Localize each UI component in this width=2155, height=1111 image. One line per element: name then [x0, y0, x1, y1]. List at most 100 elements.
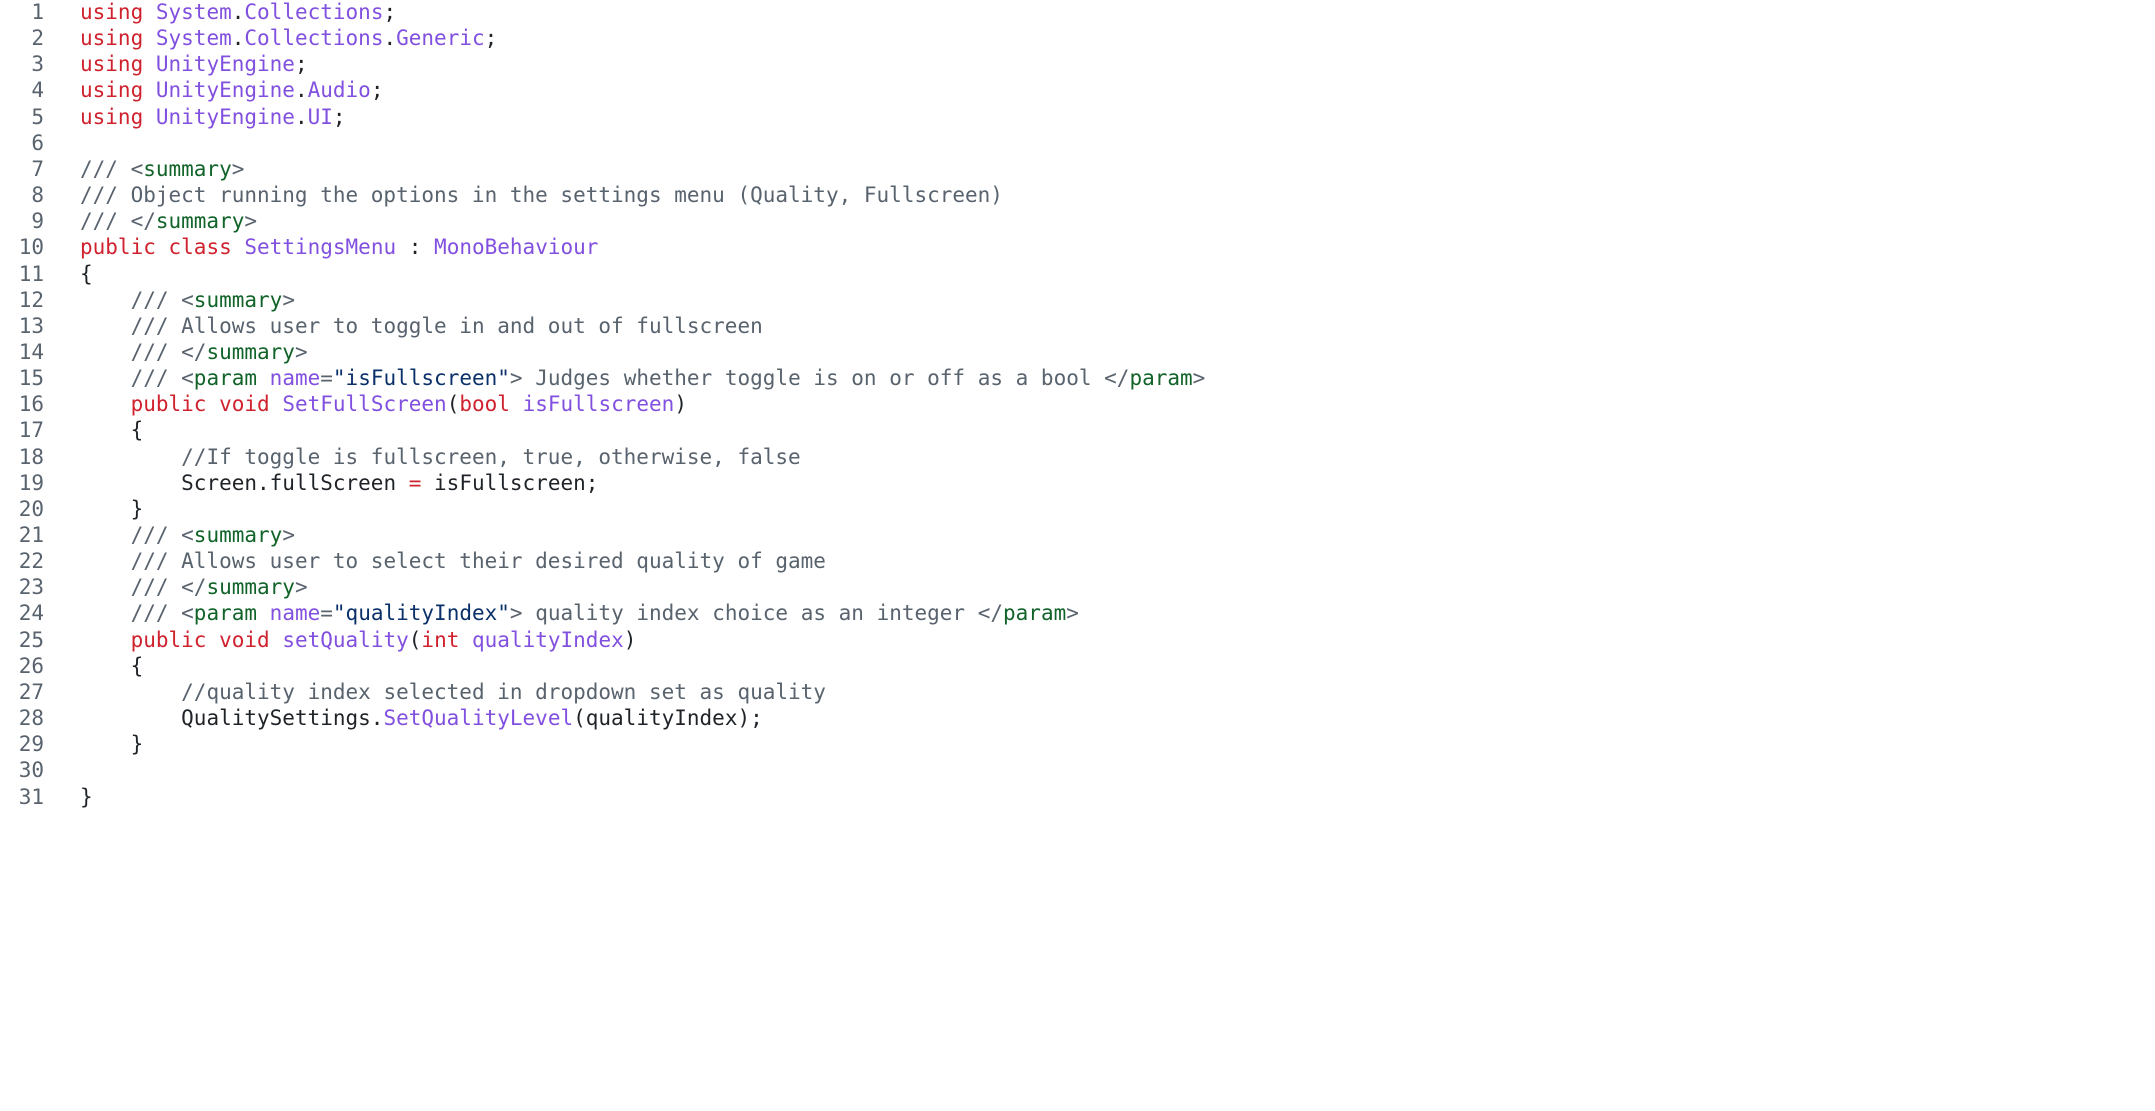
- code-token: :: [396, 235, 435, 260]
- code-token: Screen.fullScreen: [181, 470, 409, 495]
- code-token: bool: [459, 392, 510, 417]
- code-token: public: [130, 627, 207, 652]
- code-token: > quality index choice as an integer </: [509, 601, 1004, 626]
- code-token: >: [1192, 366, 1206, 391]
- code-token: name: [269, 366, 321, 391]
- code-token: System: [155, 0, 232, 24]
- code-token: /// </: [130, 339, 207, 364]
- code-token: /// Allows user to select their desired …: [130, 549, 826, 574]
- code-token: ;: [484, 26, 498, 51]
- code-token: summary: [193, 287, 283, 312]
- line-content: public void setQuality(int qualityIndex): [80, 625, 637, 655]
- code-token: using: [80, 78, 144, 103]
- code-token: SetFullScreen: [282, 392, 447, 417]
- code-token: /// Object running the options in the se…: [80, 183, 1003, 208]
- code-token: (: [446, 392, 460, 417]
- code-token: class: [168, 235, 232, 260]
- code-token: setQuality: [282, 627, 409, 652]
- code-token: >: [244, 209, 258, 234]
- code-token: summary: [206, 339, 295, 364]
- code-token: isFullscreen;: [421, 470, 599, 495]
- code-token: Collections: [244, 0, 384, 24]
- code-token: UnityEngine: [155, 104, 295, 129]
- code-token: =: [320, 601, 333, 626]
- code-token: .: [231, 26, 245, 51]
- code-token: //quality index selected in dropdown set…: [181, 679, 826, 704]
- code-token: UnityEngine: [155, 78, 295, 103]
- code-token: "qualityIndex": [332, 601, 510, 626]
- code-token: Audio: [307, 78, 371, 103]
- code-token: ): [623, 627, 637, 652]
- code-token: >: [231, 156, 245, 181]
- code-token: {: [80, 261, 93, 286]
- code-token: }: [130, 496, 144, 521]
- code-token: summary: [206, 575, 295, 600]
- line-content: }: [80, 729, 144, 759]
- code-token: /// <: [80, 156, 144, 181]
- code-token: name: [269, 601, 321, 626]
- code-token: /// <: [130, 287, 194, 312]
- code-token: ;: [383, 0, 397, 24]
- code-token: param: [193, 366, 258, 391]
- code-token: MonoBehaviour: [434, 235, 599, 260]
- code-token: System: [155, 26, 232, 51]
- code-token: }: [80, 784, 93, 809]
- code-token: void: [219, 392, 270, 417]
- code-token: > Judges whether toggle is on or off as …: [509, 366, 1130, 391]
- code-token: =: [408, 470, 422, 495]
- code-token: isFullscreen: [522, 392, 675, 417]
- code-token: using: [80, 0, 144, 24]
- code-token: //If toggle is fullscreen, true, otherwi…: [181, 444, 801, 469]
- code-token: (qualityIndex);: [573, 706, 763, 731]
- code-token: int: [421, 627, 460, 652]
- code-token: using: [80, 26, 144, 51]
- code-token: /// <: [130, 523, 194, 547]
- code-token: {: [130, 653, 144, 678]
- line-content: public void SetFullScreen(bool isFullscr…: [80, 389, 687, 419]
- code-token: /// Allows user to toggle in and out of …: [130, 313, 763, 338]
- code-token: param: [1129, 366, 1193, 391]
- code-token: .: [294, 78, 308, 103]
- code-token: public: [130, 392, 207, 417]
- code-token: using: [80, 104, 144, 129]
- code-token: summary: [143, 156, 232, 181]
- code-view: 1 using System.Collections; 2 using System.…: [0, 0, 2155, 1111]
- line-number[interactable]: 31: [0, 782, 44, 812]
- code-token: summary: [155, 209, 245, 234]
- code-token: void: [219, 627, 270, 652]
- code-token: ;: [332, 104, 346, 129]
- line-content: }: [80, 782, 93, 812]
- code-token: /// <: [130, 601, 194, 626]
- line-content: public class SettingsMenu : MonoBehaviou…: [80, 232, 598, 262]
- code-token: Generic: [396, 26, 485, 51]
- code-token: qualityIndex: [472, 627, 624, 652]
- code-token: UI: [307, 104, 333, 129]
- code-token: Collections: [244, 26, 384, 51]
- code-token: param: [1003, 601, 1067, 626]
- line-content: QualitySettings.SetQualityLevel(qualityI…: [80, 703, 763, 733]
- code-token: ): [674, 392, 687, 417]
- code-token: UnityEngine: [155, 52, 295, 77]
- code-token: QualitySettings.: [181, 706, 384, 731]
